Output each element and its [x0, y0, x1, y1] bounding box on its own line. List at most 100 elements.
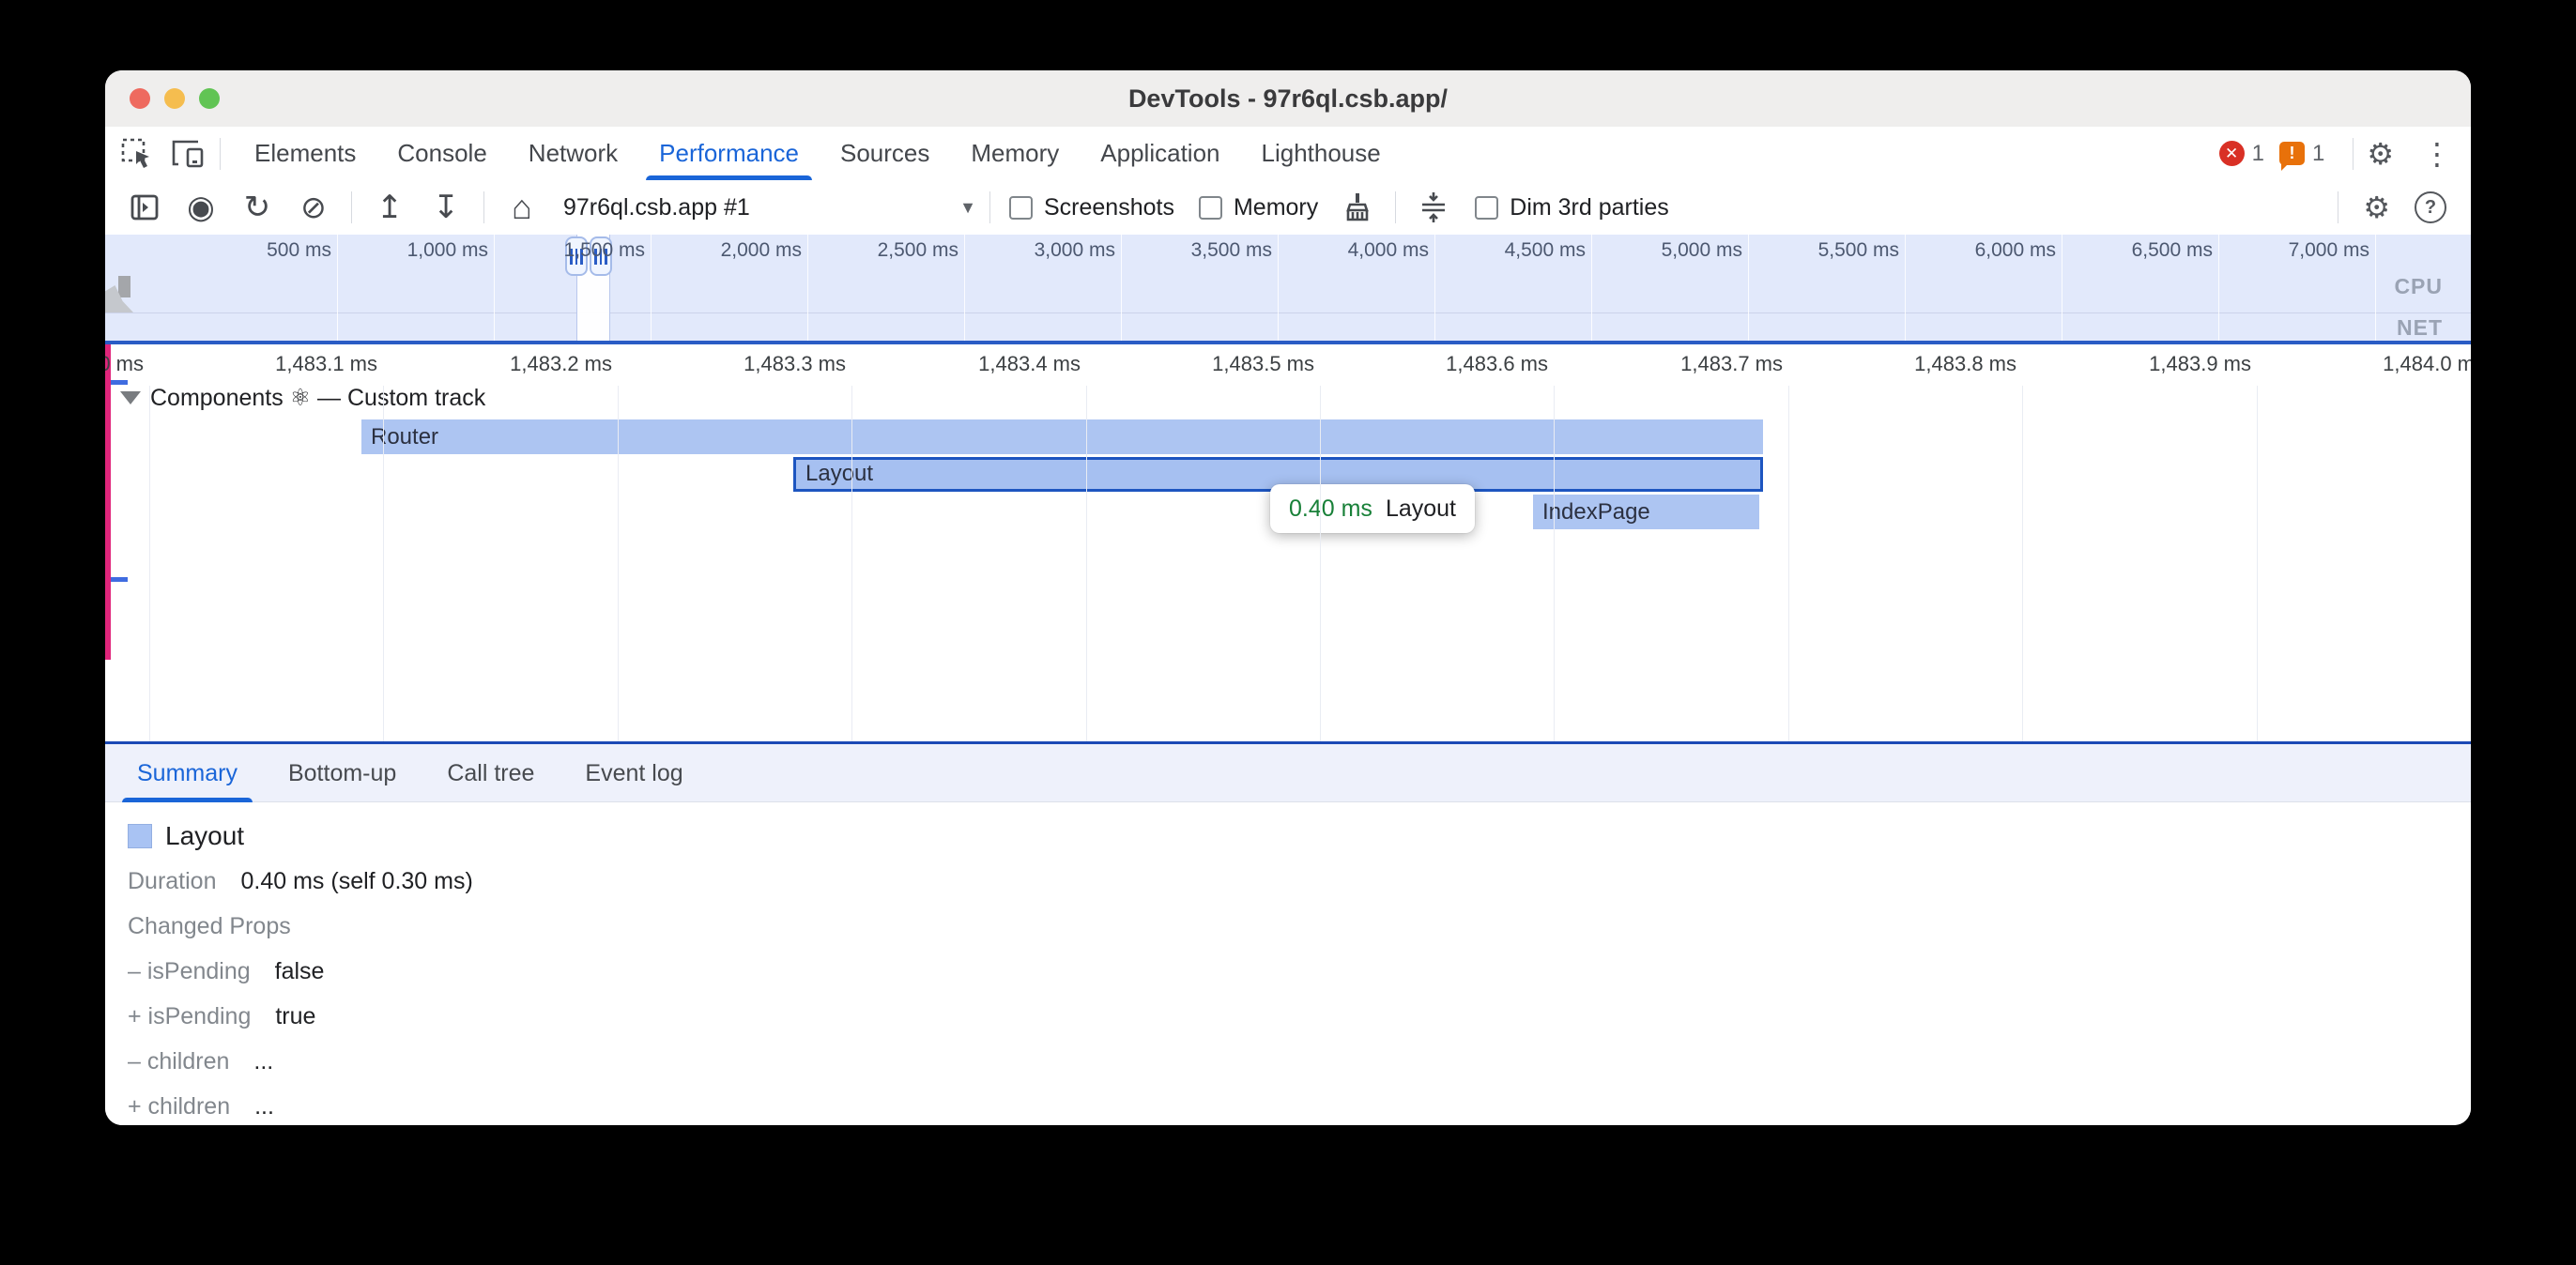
home-icon[interactable]: ⌂	[505, 191, 539, 224]
collapse-triangle-icon[interactable]	[120, 391, 141, 404]
detail-gridline	[851, 386, 852, 741]
collapse-arrows-icon[interactable]	[1417, 191, 1450, 224]
detail-tick-label: 1,483.2 ms	[452, 352, 612, 376]
more-options-icon[interactable]: ⋮	[2422, 139, 2452, 169]
tab-performance[interactable]: Performance	[638, 127, 820, 180]
prop-row: + children...	[128, 1093, 2471, 1120]
prop-name: – isPending	[128, 958, 251, 985]
overview-tick-label: 7,000 ms	[2225, 239, 2369, 262]
tab-memory[interactable]: Memory	[950, 127, 1080, 180]
checkbox-box[interactable]	[1199, 196, 1222, 220]
overview-tick-label: 5,500 ms	[1755, 239, 1899, 262]
bottom-tab-summary[interactable]: Summary	[118, 744, 256, 802]
record-button[interactable]: ◉	[184, 191, 218, 224]
tab-console[interactable]: Console	[376, 127, 507, 180]
detail-tick-label: 1,483.5 ms	[1155, 352, 1314, 376]
tab-bar-right: ✕ 1 ! 1 ⚙ ⋮	[2219, 138, 2452, 170]
changed-props-row: Changed Props	[128, 913, 2471, 940]
settings-gear-icon[interactable]: ⚙	[2367, 139, 2394, 169]
help-icon[interactable]: ?	[2415, 191, 2446, 223]
warning-icon[interactable]: !	[2279, 142, 2305, 165]
device-toolbar-icon[interactable]	[169, 135, 207, 173]
overview-gridline	[2375, 235, 2376, 341]
overview-gridline	[1905, 235, 1906, 341]
prop-row: – isPending false	[128, 958, 2471, 985]
overview-tick-label: 2,500 ms	[814, 239, 958, 262]
prop-name: + isPending	[128, 1003, 251, 1030]
event-color-swatch	[128, 824, 152, 848]
prop-value: false	[275, 958, 325, 985]
track-header[interactable]: Components ⚛ — Custom track	[120, 384, 485, 412]
performance-toolbar: ◉ ↻ ⊘ ↥ ↧ ⌂ 97r6ql.csb.app #1 ▼ Screensh…	[105, 180, 2471, 236]
tab-sources[interactable]: Sources	[820, 127, 950, 180]
devtools-tab-bar: ElementsConsoleNetworkPerformanceSources…	[105, 127, 2471, 181]
flame-event-indexpage[interactable]: IndexPage	[1533, 495, 1759, 529]
cpu-net-divider	[105, 312, 2471, 313]
tab-elements[interactable]: Elements	[234, 127, 376, 180]
target-selector[interactable]: 97r6ql.csb.app #1 ▼	[563, 194, 976, 221]
overview-tick-label: 6,500 ms	[2068, 239, 2213, 262]
capture-settings-gear-icon[interactable]: ⚙	[2363, 192, 2390, 222]
detail-gridline	[2022, 386, 2023, 741]
bottom-tab-bottom-up[interactable]: Bottom-up	[269, 744, 415, 802]
chevron-down-icon: ▼	[959, 198, 976, 218]
screenshots-checkbox[interactable]: Screenshots	[1009, 194, 1174, 221]
window-title: DevTools - 97r6ql.csb.app/	[105, 70, 2471, 127]
flame-chart-pane[interactable]: Components ⚛ — Custom track RouterLayout…	[105, 344, 2471, 741]
overview-tick-label: 3,000 ms	[971, 239, 1115, 262]
overview-tick-label: 3,500 ms	[1127, 239, 1272, 262]
tooltip-event-name: Layout	[1386, 495, 1456, 523]
error-icon[interactable]: ✕	[2219, 141, 2245, 166]
toggle-sidebar-icon[interactable]	[128, 191, 161, 224]
title-bar: DevTools - 97r6ql.csb.app/	[105, 70, 2471, 128]
summary-panel: Layout Duration 0.40 ms (self 0.30 ms) C…	[105, 802, 2471, 1125]
reload-and-record-button[interactable]: ↻	[240, 191, 274, 224]
bottom-tab-event-log[interactable]: Event log	[566, 744, 701, 802]
overview-tick-label: 6,000 ms	[1911, 239, 2056, 262]
collect-garbage-icon[interactable]	[1341, 191, 1374, 224]
tab-network[interactable]: Network	[508, 127, 638, 180]
warning-count[interactable]: 1	[2312, 141, 2324, 167]
overview-gridline	[1748, 235, 1749, 341]
detail-gridline	[1554, 386, 1555, 741]
devtools-window: DevTools - 97r6ql.csb.app/ ElementsConso…	[105, 70, 2471, 1125]
detail-gridline	[383, 386, 384, 741]
inspect-element-icon[interactable]	[118, 135, 156, 173]
overview-tick-label: 4,500 ms	[1441, 239, 1586, 262]
dim-3rd-parties-checkbox[interactable]: Dim 3rd parties	[1475, 194, 1669, 221]
prop-value: ...	[253, 1048, 273, 1075]
prop-row: + isPending true	[128, 1003, 2471, 1030]
net-track-label: NET	[2397, 315, 2443, 341]
overview-gridline	[1278, 235, 1279, 341]
tab-lighthouse[interactable]: Lighthouse	[1241, 127, 1402, 180]
timeline-overview[interactable]: CPU NET 500 ms1,000 ms1,500 ms2,000 ms2,…	[105, 235, 2471, 344]
detail-gridline	[1788, 386, 1789, 741]
prop-value: true	[275, 1003, 315, 1030]
overview-tick-label: 1,000 ms	[344, 239, 488, 262]
devtools-tab-list: ElementsConsoleNetworkPerformanceSources…	[234, 127, 1402, 180]
tooltip-duration: 0.40 ms	[1289, 495, 1372, 523]
overview-gridline	[1434, 235, 1435, 341]
detail-tick-label: 1,483.9 ms	[2092, 352, 2251, 376]
duration-row: Duration 0.40 ms (self 0.30 ms)	[128, 868, 2471, 895]
memory-checkbox[interactable]: Memory	[1199, 194, 1318, 221]
bottom-tab-call-tree[interactable]: Call tree	[428, 744, 553, 802]
checkbox-box[interactable]	[1475, 196, 1498, 220]
cpu-track-label: CPU	[2394, 274, 2443, 299]
error-count[interactable]: 1	[2252, 141, 2264, 167]
summary-event-title: Layout	[165, 821, 244, 851]
checkbox-box[interactable]	[1009, 196, 1033, 220]
overview-tick-label: 4,000 ms	[1284, 239, 1429, 262]
detail-tick-label: 1,483.8 ms	[1857, 352, 2016, 376]
clear-button[interactable]: ⊘	[297, 191, 330, 224]
save-profile-icon[interactable]: ↧	[429, 191, 463, 224]
divider	[483, 191, 484, 223]
changed-props-label: Changed Props	[128, 913, 291, 940]
detail-gridline	[618, 386, 619, 741]
detail-tick-label: 1,483.3 ms	[686, 352, 846, 376]
event-tooltip: 0.40 ms Layout	[1270, 484, 1475, 533]
tab-application[interactable]: Application	[1080, 127, 1240, 180]
memory-label: Memory	[1234, 194, 1318, 221]
load-profile-icon[interactable]: ↥	[373, 191, 406, 224]
detail-tick-label: 1,483.6 ms	[1388, 352, 1548, 376]
